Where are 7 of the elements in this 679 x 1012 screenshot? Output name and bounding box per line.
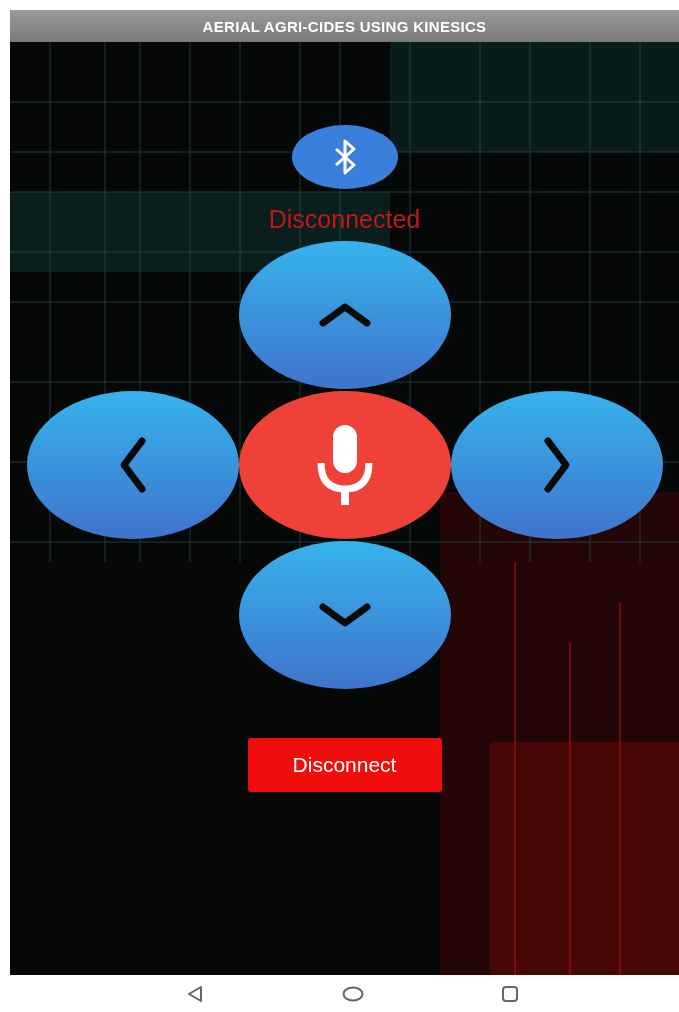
app-title: AERIAL AGRI-CIDES USING KINESICS (202, 17, 487, 35)
home-icon[interactable] (341, 985, 364, 1002)
disconnect-button[interactable]: Disconnect (247, 738, 442, 792)
bluetooth-icon (332, 139, 357, 175)
recents-icon[interactable] (501, 984, 519, 1003)
back-icon[interactable] (186, 984, 204, 1003)
connection-status: Disconnected (268, 204, 421, 235)
